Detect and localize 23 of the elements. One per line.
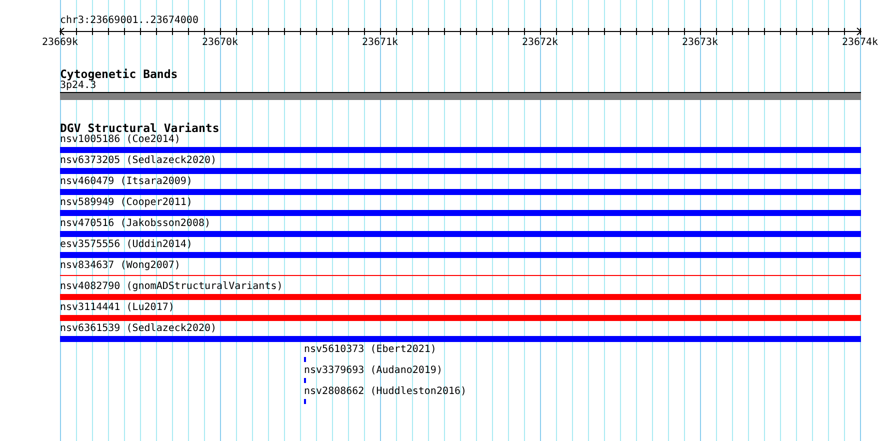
ruler-tick-label: 23669k — [42, 37, 78, 48]
feature-label: esv3575556 (Uddin2014) — [60, 239, 192, 251]
track-title: Cytogenetic Bands — [60, 68, 178, 80]
ruler-tick-label: 23673k — [682, 37, 718, 48]
feature-label: nsv3379693 (Audano2019) — [304, 365, 442, 377]
feature-label: nsv4082790 (gnomADStructuralVariants) — [60, 281, 283, 293]
feature-label: nsv6361539 (Sedlazeck2020) — [60, 323, 217, 335]
ruler-tick-label: 23672k — [522, 37, 558, 48]
feature-label: nsv3114441 (Lu2017) — [60, 302, 174, 314]
ruler-tick-label: 23674k — [842, 37, 878, 48]
feature-label: nsv2808662 (Huddleston2016) — [304, 386, 467, 398]
ruler-tick-label: 23671k — [362, 37, 398, 48]
feature-label: nsv1005186 (Coe2014) — [60, 134, 180, 146]
feature-label: 3p24.3 — [60, 80, 96, 92]
feature-label: nsv6373205 (Sedlazeck2020) — [60, 155, 217, 167]
track-title: DGV Structural Variants — [60, 122, 220, 134]
feature-label: nsv460479 (Itsara2009) — [60, 176, 192, 188]
feature-label: nsv589949 (Cooper2011) — [60, 197, 192, 209]
ruler-range-label: chr3:23669001..23674000 — [60, 15, 198, 27]
ruler-tick-label: 23670k — [202, 37, 238, 48]
feature-label: nsv834637 (Wong2007) — [60, 260, 180, 272]
feature-label: nsv5610373 (Ebert2021) — [304, 344, 436, 356]
feature-label: nsv470516 (Jakobsson2008) — [60, 218, 211, 230]
